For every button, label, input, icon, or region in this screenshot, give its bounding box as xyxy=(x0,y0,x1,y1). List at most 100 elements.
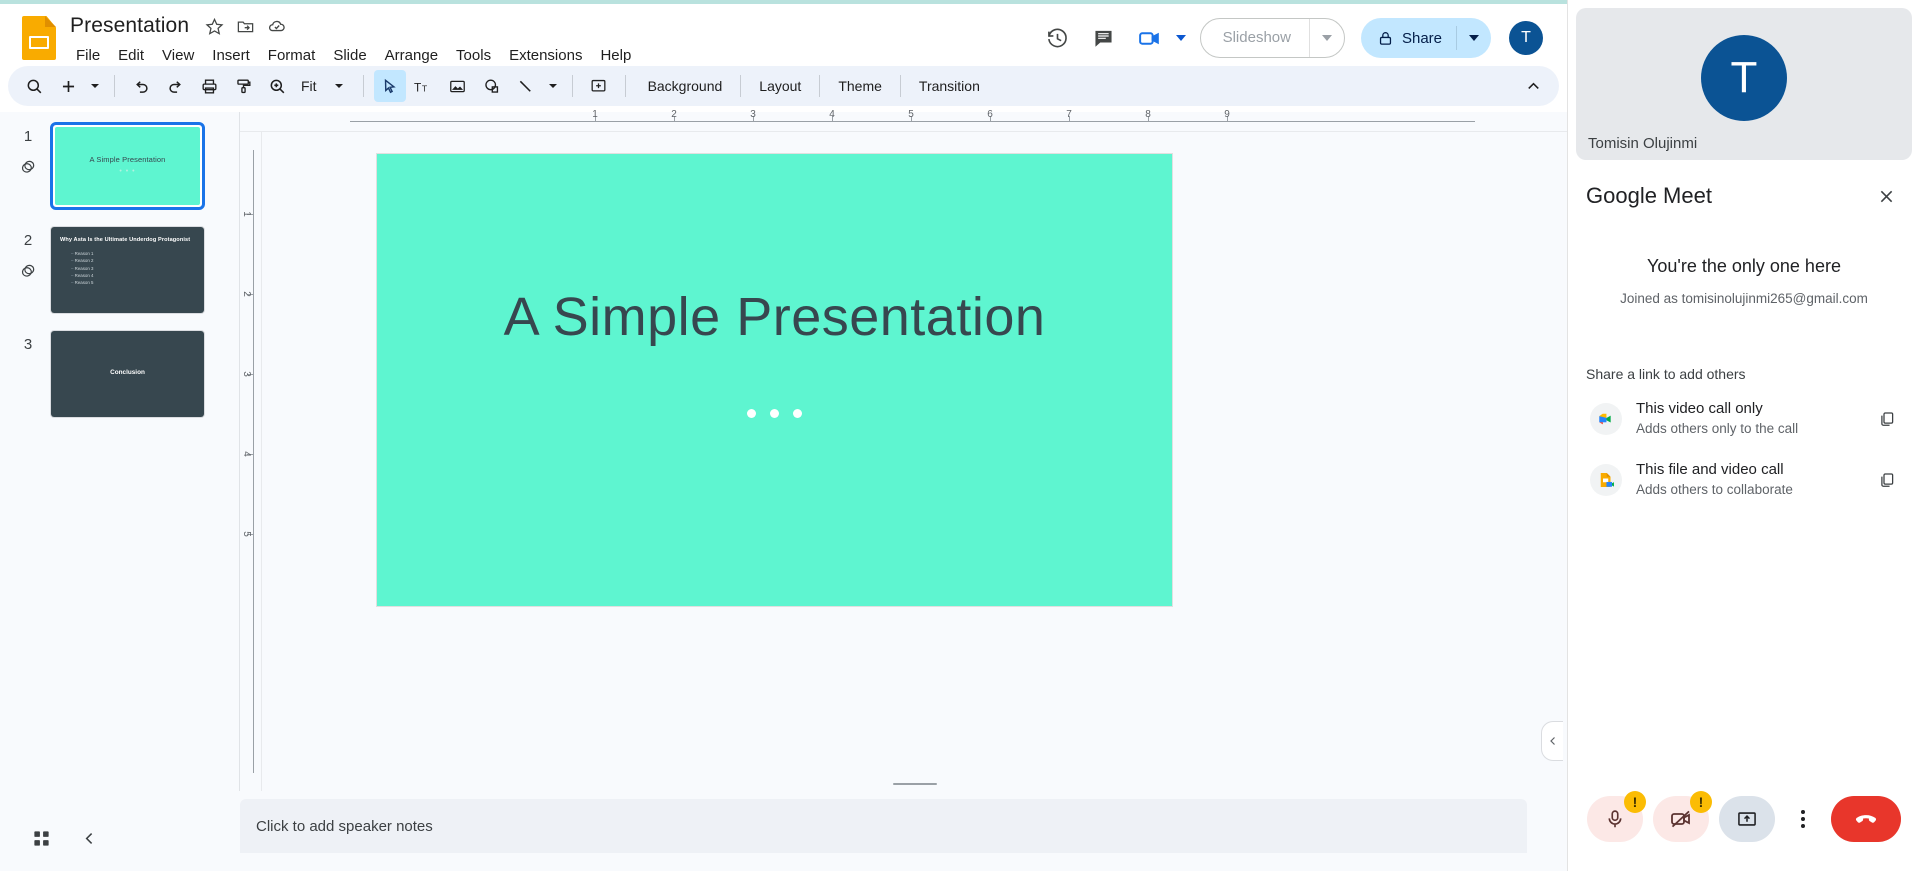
account-avatar[interactable]: T xyxy=(1509,21,1543,55)
self-video-tile[interactable]: T Tomisin Olujinmi xyxy=(1576,8,1912,160)
more-options-icon[interactable] xyxy=(1785,796,1821,842)
lock-icon xyxy=(1379,31,1392,45)
move-to-folder-icon[interactable] xyxy=(236,17,255,36)
share-options-caret-icon[interactable] xyxy=(1457,18,1491,58)
ruler-h-2: 2 xyxy=(671,109,677,120)
copy-link-icon[interactable] xyxy=(1872,465,1902,495)
slide-1-title: A Simple Presentation xyxy=(89,155,166,165)
textbox-icon[interactable]: T T xyxy=(408,70,440,102)
share-link-file-and-video-call[interactable]: This file and video call Adds others to … xyxy=(1586,449,1902,510)
undo-icon[interactable] xyxy=(125,70,157,102)
slide-thumbnail-3[interactable]: Conclusion xyxy=(50,330,205,418)
main-toolbar: Fit T T Background Layout Theme Transiti… xyxy=(8,66,1559,106)
slide-subtitle-dots xyxy=(377,409,1172,419)
ruler-h-1: 1 xyxy=(592,109,598,120)
slide-canvas-area[interactable]: A Simple Presentation xyxy=(262,132,1567,791)
meet-panel-header: Google Meet xyxy=(1568,160,1920,216)
slideshow-button-group[interactable]: Slideshow xyxy=(1199,18,1345,58)
copy-link-icon[interactable] xyxy=(1872,404,1902,434)
share-button-group[interactable]: Share xyxy=(1360,18,1491,58)
title-and-menus: Presentation File Edit View Insert Forma… xyxy=(66,8,639,69)
link-title: This file and video call xyxy=(1636,461,1784,478)
star-icon[interactable] xyxy=(205,17,224,36)
share-link-video-call-only[interactable]: This video call only Adds others only to… xyxy=(1586,388,1902,449)
filmstrip-slide-3[interactable]: 3 Conclusion xyxy=(0,330,239,418)
meet-app-icon xyxy=(1590,402,1622,435)
slide-2-title: Why Asta Is the Ultimate Underdog Protag… xyxy=(60,237,191,243)
google-slides-window: Presentation File Edit View Insert Forma… xyxy=(0,0,1920,871)
shape-icon[interactable] xyxy=(476,70,508,102)
add-comment-icon[interactable] xyxy=(583,70,615,102)
link-subtitle: Adds others to collaborate xyxy=(1636,482,1793,497)
document-title[interactable]: Presentation xyxy=(66,12,193,40)
transition-button[interactable]: Transition xyxy=(907,72,992,100)
slide-thumbnail-2[interactable]: Why Asta Is the Ultimate Underdog Protag… xyxy=(50,226,205,314)
ruler-v-3: 3 xyxy=(241,371,252,377)
link-subtitle: Adds others only to the call xyxy=(1636,421,1799,436)
background-button[interactable]: Background xyxy=(636,72,735,100)
current-slide[interactable]: A Simple Presentation xyxy=(377,154,1172,606)
grid-view-icon[interactable] xyxy=(24,821,58,855)
meet-dropdown-caret-icon[interactable] xyxy=(1175,35,1186,41)
redo-icon[interactable] xyxy=(159,70,191,102)
close-icon[interactable] xyxy=(1870,180,1902,212)
ruler-h-5: 5 xyxy=(908,109,914,120)
present-screen-icon[interactable] xyxy=(1719,796,1775,842)
zoom-level-label[interactable]: Fit xyxy=(295,78,323,94)
select-cursor-icon[interactable] xyxy=(373,70,406,102)
share-section-title: Share a link to add others xyxy=(1586,366,1746,382)
line-options-caret-icon[interactable] xyxy=(544,70,562,102)
notes-resize-handle[interactable] xyxy=(892,783,937,785)
list-item: Reason 4 xyxy=(71,272,94,279)
collapse-chevron-icon[interactable] xyxy=(1517,70,1549,102)
meet-panel-body: You're the only one here Joined as tomis… xyxy=(1568,216,1920,781)
filmstrip-slide-1[interactable]: 1 A Simple Presentation • • • xyxy=(0,122,239,210)
collapse-meet-panel-button[interactable] xyxy=(1541,721,1563,761)
share-button[interactable]: Share xyxy=(1361,18,1456,58)
slide-thumbnail-1[interactable]: A Simple Presentation • • • xyxy=(50,122,205,210)
ruler-v-2: 2 xyxy=(241,291,252,297)
layout-button[interactable]: Layout xyxy=(747,72,813,100)
theme-button[interactable]: Theme xyxy=(826,72,894,100)
cloud-saved-icon[interactable] xyxy=(267,16,287,36)
comment-icon[interactable] xyxy=(1084,18,1124,58)
camera-off-icon[interactable]: ! xyxy=(1653,791,1712,842)
slideshow-options-caret-icon[interactable] xyxy=(1310,35,1344,41)
slide-number-1: 1 xyxy=(23,128,33,145)
paint-format-icon[interactable] xyxy=(227,70,259,102)
zoom-dropdown-caret-icon[interactable] xyxy=(325,70,353,102)
image-icon[interactable] xyxy=(442,70,474,102)
chevron-left-icon xyxy=(1549,737,1555,745)
list-item: Reason 3 xyxy=(71,265,94,272)
filmstrip-slide-2[interactable]: 2 Why Asta Is the Ultimate Underdog Prot… xyxy=(0,226,239,314)
slide-title-text[interactable]: A Simple Presentation xyxy=(377,286,1172,348)
version-history-icon[interactable] xyxy=(1038,18,1078,58)
slides-meet-icon xyxy=(1590,463,1622,496)
meet-call-controls: ! ! xyxy=(1568,781,1920,871)
slide-filmstrip[interactable]: 1 A Simple Presentation • • • 2 Why Asta… xyxy=(0,112,240,791)
speaker-notes-input[interactable]: Click to add speaker notes xyxy=(240,799,1527,853)
share-label: Share xyxy=(1401,29,1442,47)
slideshow-button[interactable]: Slideshow xyxy=(1201,19,1309,57)
slides-app-icon xyxy=(20,14,58,62)
google-meet-panel: T Tomisin Olujinmi Google Meet You're th… xyxy=(1568,0,1920,871)
line-icon[interactable] xyxy=(510,70,542,102)
ruler-h-7: 7 xyxy=(1066,109,1072,120)
meet-camera-icon[interactable] xyxy=(1130,18,1170,58)
header-actions: Slideshow Share T xyxy=(1038,8,1557,58)
transition-layers-icon-2 xyxy=(19,262,38,286)
list-item: Reason 5 xyxy=(71,279,94,286)
slide-number-2: 2 xyxy=(23,232,33,249)
add-slide-icon[interactable] xyxy=(52,70,84,102)
avatar: T xyxy=(1701,34,1787,121)
search-icon[interactable] xyxy=(18,70,50,102)
link-title: This video call only xyxy=(1636,400,1763,417)
ruler-h-3: 3 xyxy=(750,109,756,120)
add-slide-caret-icon[interactable] xyxy=(86,70,104,102)
print-icon[interactable] xyxy=(193,70,225,102)
zoom-icon[interactable] xyxy=(261,70,293,102)
status-heading: You're the only one here xyxy=(1647,256,1841,276)
hang-up-icon[interactable] xyxy=(1831,796,1901,842)
microphone-icon[interactable]: ! xyxy=(1587,791,1646,842)
collapse-left-icon[interactable] xyxy=(72,821,106,855)
